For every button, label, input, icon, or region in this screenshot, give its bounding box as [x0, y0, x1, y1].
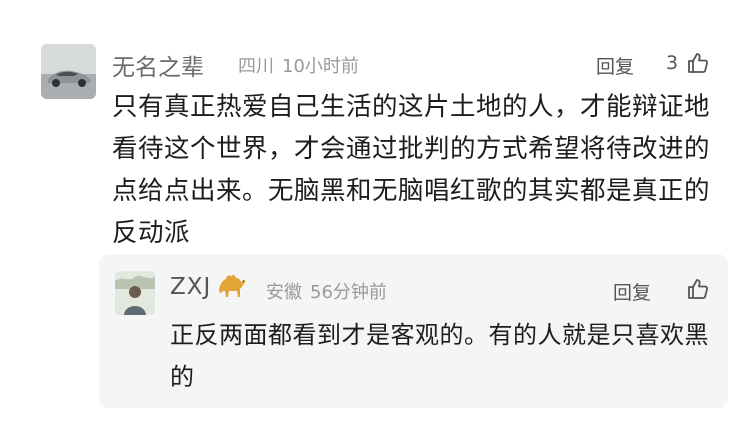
reply-avatar[interactable] — [115, 271, 155, 315]
avatar[interactable] — [41, 44, 96, 99]
comment-meta: 四川 10小时前 — [238, 52, 359, 78]
comment-location: 四川 — [238, 56, 274, 77]
thumbs-up-icon — [688, 279, 708, 299]
thumbs-up-icon — [688, 53, 708, 73]
car-photo-icon — [41, 44, 96, 99]
like-count: 3 — [666, 52, 679, 74]
comment-text: 只有真正热爱自己生活的这片土地的人，才能辩证地看待这个世界，才会通过批判的方式希… — [112, 92, 711, 248]
reply-text: 正反两面都看到才是客观的。有的人就是只喜欢黑的 — [170, 321, 709, 391]
reply-reply-button[interactable]: 回复 — [613, 278, 651, 305]
reply-meta: 安徽 56分钟前 — [266, 278, 387, 304]
reply-like-button[interactable] — [686, 277, 710, 305]
reply-button[interactable]: 回复 — [596, 52, 634, 79]
like-button[interactable] — [686, 51, 710, 79]
reply-box: ZXJ 安徽 56分钟前 回复 正反两面都看到才是客观的。有的人就是只喜欢黑的 — [99, 254, 728, 408]
comment-time: 10小时前 — [282, 56, 359, 77]
reply-time: 56分钟前 — [310, 282, 387, 303]
comment-username[interactable]: 无名之辈 — [112, 48, 204, 82]
camel-icon — [217, 270, 247, 302]
reply-username[interactable]: ZXJ — [170, 274, 211, 300]
person-photo-icon — [115, 271, 155, 315]
reply-location: 安徽 — [266, 282, 302, 303]
